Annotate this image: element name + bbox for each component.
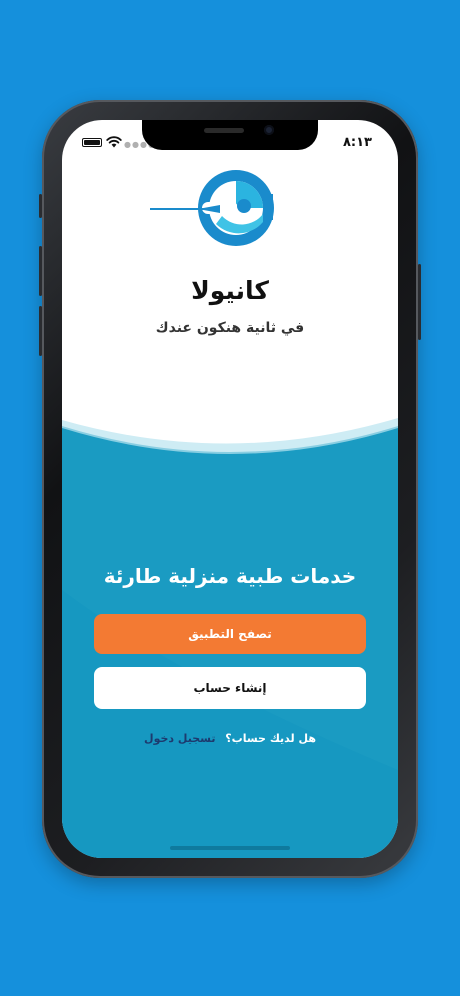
status-time: ٨:١٣ <box>342 135 372 150</box>
side-button-silent <box>39 194 42 218</box>
screen: ●●●● ٨:١٣ كانيولا في ثانية هنكون عندك خد… <box>62 120 398 858</box>
side-button-volume-up <box>39 246 42 296</box>
side-button-volume-down <box>39 306 42 356</box>
notch <box>142 120 318 150</box>
create-account-button[interactable]: إنشاء حساب <box>94 667 366 709</box>
login-question: هل لديك حساب؟ <box>225 732 316 745</box>
logo-icon <box>150 170 274 246</box>
login-row: هل لديك حساب؟ تسجيل دخول <box>62 732 398 745</box>
login-link[interactable]: تسجيل دخول <box>144 732 215 745</box>
phone-frame: ●●●● ٨:١٣ كانيولا في ثانية هنكون عندك خد… <box>39 100 421 878</box>
home-indicator <box>170 846 290 850</box>
page-title: خدمات طبية منزلية طارئة <box>103 564 357 588</box>
side-button-power <box>418 264 421 340</box>
battery-icon <box>82 138 102 147</box>
speaker <box>204 128 244 133</box>
camera <box>264 125 274 135</box>
wifi-icon <box>106 136 122 148</box>
tagline: في ثانية هنكون عندك <box>155 320 305 336</box>
brand-name: كانيولا <box>191 276 269 305</box>
browse-app-button[interactable]: تصفح التطبيق <box>94 614 366 654</box>
